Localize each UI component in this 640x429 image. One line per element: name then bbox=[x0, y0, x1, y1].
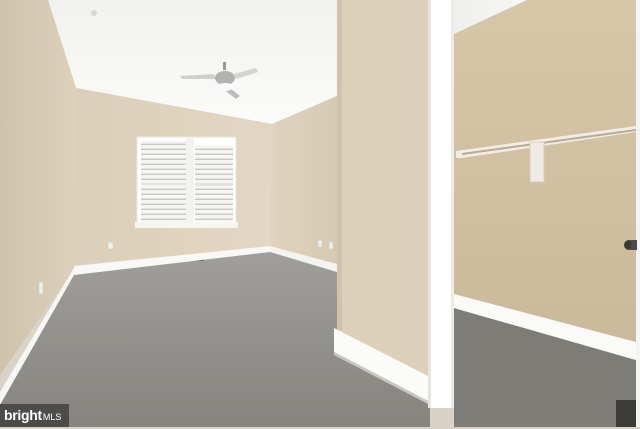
watermark-suffix: MLS bbox=[42, 412, 62, 422]
door-casing-edge bbox=[451, 0, 454, 408]
closet-wall bbox=[454, 0, 636, 345]
floor-register bbox=[616, 400, 636, 427]
door-handle-plate bbox=[631, 240, 637, 250]
right-wall bbox=[270, 96, 337, 266]
door-edge bbox=[636, 0, 640, 427]
door-casing-edge bbox=[428, 0, 431, 408]
window bbox=[135, 136, 238, 228]
wall-outlet bbox=[317, 239, 323, 248]
wall-outlet bbox=[328, 241, 334, 250]
room-photo bbox=[0, 0, 640, 427]
partition-wall-shadow bbox=[337, 0, 342, 330]
smoke-detector bbox=[91, 10, 97, 16]
partition-wall bbox=[337, 0, 428, 376]
door-casing bbox=[428, 0, 454, 408]
mls-watermark: brightMLS bbox=[0, 404, 69, 427]
wall-outlet bbox=[38, 281, 44, 295]
wall-outlet bbox=[107, 241, 114, 250]
watermark-brand: bright bbox=[4, 407, 42, 423]
